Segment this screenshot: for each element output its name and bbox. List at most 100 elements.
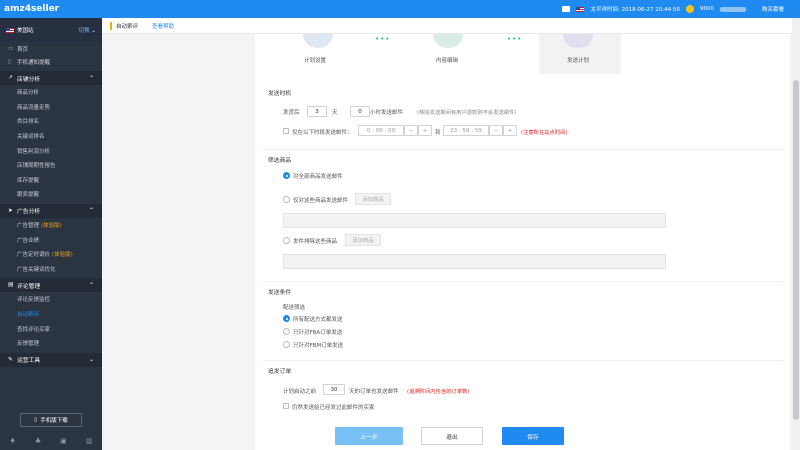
nav-item[interactable]: 查找评论买家 xyxy=(0,321,102,336)
radio-fbm-only[interactable] xyxy=(283,341,290,348)
sidebar: 美国站 切换 ⌄ ▭ 首页 ▯ 手机通知提醒 ↗ 店铺分析 ⌃ 商品分析 商品流量走势 … xyxy=(0,18,102,450)
backfill-after-label: 天的订单也发送邮件 xyxy=(349,389,399,395)
radio-fba-only-label: 只针对FBA订单发送 xyxy=(293,330,343,336)
comment-icon: ▤ xyxy=(8,282,14,289)
radio-all-products[interactable] xyxy=(283,172,290,179)
lock-icon[interactable]: ▣ xyxy=(60,437,67,445)
selected-products-box[interactable] xyxy=(283,213,666,228)
send-icon: ➤ xyxy=(8,207,13,214)
days-unit: 天 xyxy=(332,110,338,116)
backfill-days-input[interactable]: 30 xyxy=(323,384,345,395)
scrollbar-thumb[interactable] xyxy=(793,80,799,420)
resend-checkbox[interactable] xyxy=(283,403,289,409)
nav-item[interactable]: 类目排名 xyxy=(0,114,102,129)
nav-item-active[interactable]: 自动索评 xyxy=(0,307,102,322)
divider xyxy=(263,281,783,282)
divider xyxy=(263,149,783,150)
nav-item[interactable]: 广告业绩 xyxy=(0,232,102,247)
coin-balance: 9000 xyxy=(699,6,714,12)
radio-fba-only[interactable] xyxy=(283,328,290,335)
prev-button[interactable]: 上一步 xyxy=(335,427,403,445)
backfill-warning: (追溯时间内包含的订单数) xyxy=(407,389,470,395)
user-name[interactable] xyxy=(719,6,746,12)
radio-all-delivery[interactable] xyxy=(283,315,290,322)
delay-label: 发货后 xyxy=(283,110,300,116)
wrench-icon: ✎ xyxy=(8,356,13,363)
tab-bar: 自动索评 查看帮助 xyxy=(102,18,792,34)
building-icon[interactable]: ▥ xyxy=(86,437,93,445)
to-minus-button[interactable]: − xyxy=(489,125,503,136)
site-selector[interactable]: 美国站 切换 ⌄ xyxy=(0,18,102,42)
to-plus-button[interactable]: + xyxy=(503,125,517,136)
to-time-input[interactable]: 23 : 59 : 59 xyxy=(443,125,489,136)
hours-input[interactable]: 0 xyxy=(350,106,370,117)
step-circle-1 xyxy=(303,34,333,48)
step-circle-2 xyxy=(433,34,463,48)
home-icon: ▭ xyxy=(8,46,14,53)
buy-package-link[interactable]: 购买套餐 xyxy=(762,5,784,13)
nav-group-reviews[interactable]: ▤ 评论管理 ⌃ xyxy=(0,278,102,293)
nav-item[interactable]: 评论反馈监控 xyxy=(0,292,102,307)
nav-item[interactable]: 广告关键词优化 xyxy=(0,262,102,277)
step-label-3: 发送计划 xyxy=(567,58,590,64)
brand-logo[interactable]: amz4seller xyxy=(0,4,102,14)
nav-item[interactable]: 广告管理 (体验版) xyxy=(0,218,102,233)
nav-item[interactable]: 销售利润分析 xyxy=(0,143,102,158)
add-product-button-1[interactable]: 添加商品 xyxy=(355,193,391,205)
coin-icon xyxy=(685,5,694,13)
timezone-warning: (注意所在站点时间) xyxy=(521,130,568,136)
nav-item[interactable]: 反馈管理 xyxy=(0,336,102,351)
nav-group-tools[interactable]: ✎ 运营工具 ⌄ xyxy=(0,352,102,367)
main-content: 计划设置 ••• 内容编辑 ••• 发送计划 发送时机 发货后 3 天 0 小时… xyxy=(255,34,790,450)
radio-selected-products-label: 仅对这些商品发送邮件 xyxy=(293,198,349,204)
save-button[interactable]: 保存 xyxy=(502,427,564,445)
step-label-1: 计划设置 xyxy=(304,58,327,64)
nav-item[interactable]: 跟卖提醒 xyxy=(0,187,102,202)
nav-item[interactable]: 商品分析 xyxy=(0,85,102,100)
from-minus-button[interactable]: − xyxy=(404,125,418,136)
nav-item[interactable]: 店铺周期性报告 xyxy=(0,158,102,173)
chevron-down-icon: ⌄ xyxy=(91,28,96,34)
nav-item[interactable]: 广告定时调价 (体验版) xyxy=(0,247,102,262)
from-plus-button[interactable]: + xyxy=(418,125,432,136)
nav-home[interactable]: ▭ 首页 xyxy=(0,43,102,56)
only-period-label: 仅在以下时段发送邮件： xyxy=(292,130,353,136)
nav-mobile-notify[interactable]: ▯ 手机通知提醒 xyxy=(0,56,102,69)
tab-auto-review[interactable]: 自动索评 xyxy=(110,21,140,30)
message-icon[interactable] xyxy=(562,6,571,12)
nav-item[interactable]: 商品流量走势 xyxy=(0,100,102,115)
mobile-download-button[interactable]: ▯ 手机版下载 xyxy=(20,413,82,427)
exclude-products-box[interactable] xyxy=(283,254,666,269)
from-time-input[interactable]: 0 : 00 : 00 xyxy=(358,125,404,136)
nav-group-store[interactable]: ↗ 店铺分析 ⌃ xyxy=(0,71,102,85)
nav-item[interactable]: 关键词排名 xyxy=(0,129,102,144)
section-conditions: 发送条件 xyxy=(268,290,292,296)
radio-exclude-products-label: 发件排除这些商品 xyxy=(293,239,338,245)
chart-icon: ↗ xyxy=(8,75,13,81)
users-icon[interactable]: ♣ xyxy=(35,437,41,445)
nav-group-ads[interactable]: ➤ 广告分析 ⌃ xyxy=(0,203,102,218)
only-period-checkbox[interactable] xyxy=(283,128,289,134)
help-link[interactable]: 查看帮助 xyxy=(150,22,176,30)
sidebar-bottom-icons: ♦ ♣ ▣ ▥ xyxy=(0,433,102,449)
step-connector-2: ••• xyxy=(507,35,523,43)
bell-icon[interactable]: ♦ xyxy=(10,437,16,445)
switch-site[interactable]: 切换 ⌄ xyxy=(79,26,96,34)
radio-selected-products[interactable] xyxy=(283,196,290,203)
section-filter-products: 筛选商品 xyxy=(268,158,292,164)
add-product-button-2[interactable]: 添加商品 xyxy=(345,234,381,246)
step-indicator: 计划设置 ••• 内容编辑 ••• 发送计划 xyxy=(255,34,790,74)
us-flag-icon xyxy=(576,6,585,12)
chevron-up-icon: ⌃ xyxy=(88,74,94,82)
radio-exclude-products[interactable] xyxy=(283,237,290,244)
chevron-up-icon: ⌃ xyxy=(88,281,94,289)
top-right-area: 太平洋时间: 2018-06-27 20:44:56 9000 购买套餐 xyxy=(562,5,800,13)
nav-item[interactable]: 库存提醒 xyxy=(0,173,102,188)
phone-icon: ▯ xyxy=(8,58,12,65)
pacific-time: 太平洋时间: 2018-06-27 20:44:56 xyxy=(590,7,680,13)
days-input[interactable]: 3 xyxy=(307,106,327,117)
phone-icon: ▯ xyxy=(34,417,38,423)
exit-button[interactable]: 退出 xyxy=(421,427,483,445)
site-label: 美国站 xyxy=(17,28,34,34)
to-label: 到 xyxy=(435,130,441,136)
